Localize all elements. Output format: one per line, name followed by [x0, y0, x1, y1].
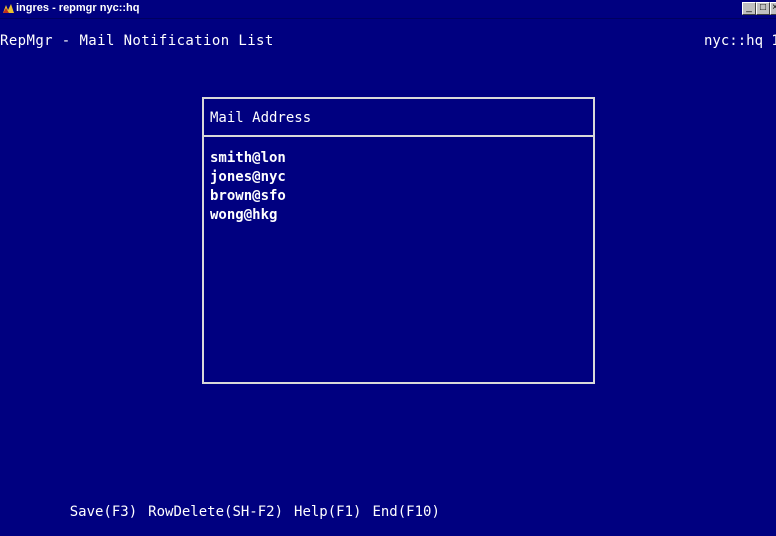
window-titlebar: ingres - repmgr nyc::hq _ □ × — [0, 0, 776, 19]
mail-address-row[interactable]: jones@nyc — [210, 168, 286, 187]
function-key-menu: Save(F3) RowDelete(SH-F2) Help(F1) End(F10) — [36, 488, 451, 536]
mail-address-list: smith@lon jones@nyc brown@sfo wong@hkg — [210, 149, 286, 225]
maximize-button[interactable]: □ — [756, 2, 770, 15]
window-title: ingres - repmgr nyc::hq — [16, 2, 140, 14]
menu-row-delete[interactable]: RowDelete(SH-F2) — [148, 504, 283, 520]
mail-address-row[interactable]: wong@hkg — [210, 206, 286, 225]
mail-address-header: Mail Address — [204, 99, 593, 137]
close-button[interactable]: × — [770, 2, 776, 15]
mail-address-column-header: Mail Address — [210, 110, 312, 126]
mail-address-table: Mail Address smith@lon jones@nyc brown@s… — [202, 97, 595, 384]
mail-address-row[interactable]: smith@lon — [210, 149, 286, 168]
ingres-app-icon[interactable] — [2, 2, 15, 15]
screen-title: RepMgr - Mail Notification List — [0, 33, 274, 49]
mail-address-row[interactable]: brown@sfo — [210, 187, 286, 206]
minimize-button[interactable]: _ — [742, 2, 756, 15]
screen-node-id: nyc::hq 10 — [704, 33, 776, 49]
menu-save[interactable]: Save(F3) — [70, 504, 137, 520]
terminal-screen: RepMgr - Mail Notification List nyc::hq … — [0, 18, 776, 520]
menu-end[interactable]: End(F10) — [372, 504, 439, 520]
menu-help[interactable]: Help(F1) — [294, 504, 361, 520]
